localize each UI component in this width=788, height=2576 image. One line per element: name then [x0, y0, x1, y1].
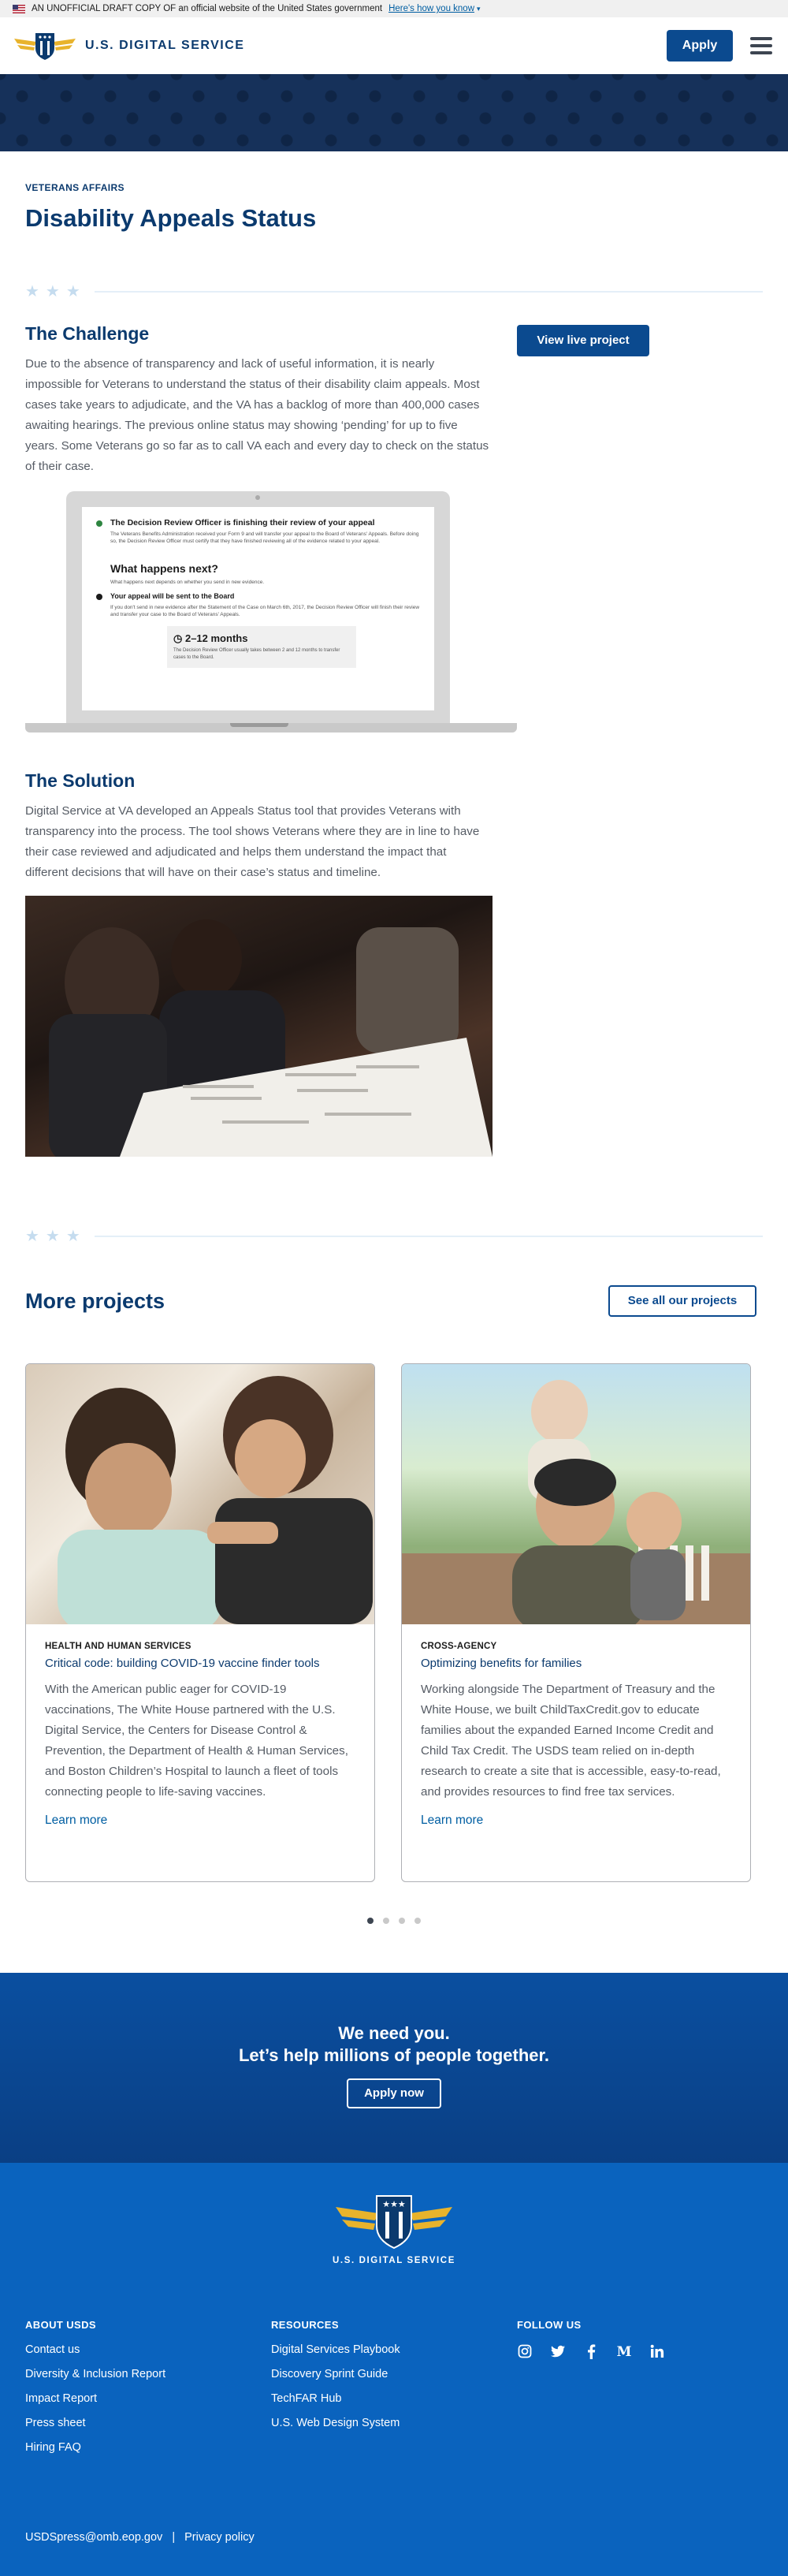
- team-research-photo: [25, 896, 492, 1157]
- facebook-icon[interactable]: [583, 2343, 599, 2359]
- privacy-policy-link[interactable]: Privacy policy: [184, 2531, 255, 2544]
- star-divider: ★★★: [25, 1226, 763, 1246]
- page-title: Disability Appeals Status: [25, 204, 317, 232]
- footer-separator: |: [172, 2531, 176, 2544]
- footer-link-hiring-faq[interactable]: Hiring FAQ: [25, 2441, 271, 2454]
- home-logo-link[interactable]: U.S. DIGITAL SERVICE: [13, 31, 244, 61]
- us-flag-icon: [13, 4, 25, 13]
- apply-now-button[interactable]: Apply now: [347, 2078, 441, 2108]
- footer-link-techfar[interactable]: TechFAR Hub: [271, 2392, 517, 2405]
- linkedin-icon[interactable]: [649, 2343, 665, 2359]
- card-eyebrow: CROSS-AGENCY: [421, 1642, 497, 1651]
- mockup-months: 2–12 months: [184, 632, 248, 644]
- footer-resources-heading: RESOURCES: [271, 2319, 339, 2331]
- card-text: With the American public eager for COVID…: [45, 1683, 348, 1799]
- cta-line-2: Let’s help millions of people together.: [238, 2045, 549, 2065]
- family-photo: [402, 1364, 750, 1624]
- mockup-step1-title: The Decision Review Officer is finishing…: [110, 518, 375, 528]
- brand-title: U.S. DIGITAL SERVICE: [85, 39, 245, 52]
- laptop-mockup: The Decision Review Officer is finishing…: [25, 491, 517, 736]
- site-footer: ★★★ U.S. DIGITAL SERVICE ABOUT USDS Cont…: [0, 2163, 788, 2576]
- heres-how-you-know-link[interactable]: Here's how you know: [388, 4, 474, 13]
- card-eyebrow: HEALTH AND HUMAN SERVICES: [45, 1642, 191, 1651]
- instagram-icon[interactable]: [517, 2343, 533, 2359]
- mockup-step2-title: Your appeal will be sent to the Board: [110, 592, 235, 600]
- footer-follow-column: FOLLOW US M: [517, 2319, 763, 2466]
- challenge-body: Due to the absence of transparency and l…: [25, 357, 489, 473]
- footer-link-diversity[interactable]: Diversity & Inclusion Report: [25, 2368, 271, 2380]
- footer-link-contact[interactable]: Contact us: [25, 2343, 271, 2356]
- svg-text:M: M: [617, 2345, 632, 2358]
- status-dot-icon: [96, 594, 102, 600]
- gov-banner-text: AN UNOFFICIAL DRAFT COPY OF an official …: [32, 4, 383, 13]
- status-dot-icon: [96, 520, 102, 527]
- footer-link-discovery[interactable]: Discovery Sprint Guide: [271, 2368, 517, 2380]
- stars-icon: ★★★: [25, 1228, 87, 1245]
- mockup-months-text: The Decision Review Officer usually take…: [173, 648, 340, 660]
- card-subtitle: Critical code: building COVID-19 vaccine…: [45, 1657, 320, 1670]
- usds-eagle-logo-icon: [14, 33, 76, 60]
- challenge-heading: The Challenge: [25, 323, 150, 344]
- svg-text:★★★: ★★★: [382, 2199, 406, 2209]
- footer-link-impact[interactable]: Impact Report: [25, 2392, 271, 2405]
- see-all-projects-button[interactable]: See all our projects: [608, 1285, 756, 1317]
- more-projects-title: More projects: [25, 1288, 165, 1313]
- card-subtitle: Optimizing benefits for families: [421, 1657, 582, 1670]
- mockup-next-heading: What happens next?: [110, 562, 218, 575]
- card-text: Working alongside The Department of Trea…: [421, 1683, 721, 1799]
- apply-button[interactable]: Apply: [667, 30, 733, 62]
- project-card: HEALTH AND HUMAN SERVICES Critical code:…: [25, 1363, 375, 1882]
- footer-email-link[interactable]: USDSpress@omb.eop.gov: [25, 2531, 162, 2544]
- view-live-project-button[interactable]: View live project: [517, 325, 649, 356]
- mockup-timeline-card: ◷ 2–12 months The Decision Review Office…: [167, 626, 356, 668]
- twitter-icon[interactable]: [550, 2343, 566, 2359]
- carousel-dot-4[interactable]: [414, 1918, 421, 1924]
- carousel-pager: [0, 1918, 788, 1924]
- star-pattern-banner: [0, 74, 788, 151]
- carousel-dot-1[interactable]: [367, 1918, 374, 1924]
- menu-hamburger-icon[interactable]: [750, 37, 772, 54]
- learn-more-link[interactable]: Learn more: [45, 1814, 107, 1828]
- page-eyebrow: VETERANS AFFAIRS: [25, 182, 125, 193]
- star-divider: ★★★: [25, 281, 763, 301]
- vaccine-child-photo: [26, 1364, 374, 1624]
- mockup-step1-text: The Veterans Benefits Administration rec…: [110, 531, 419, 544]
- mockup-next-sub: What happens next depends on whether you…: [110, 580, 265, 585]
- footer-about-column: ABOUT USDS Contact us Diversity & Inclus…: [25, 2319, 271, 2466]
- cta-line-1: We need you.: [338, 2023, 450, 2043]
- solution-heading: The Solution: [25, 770, 136, 791]
- site-header: U.S. DIGITAL SERVICE Apply: [0, 17, 788, 74]
- project-card: CROSS-AGENCY Optimizing benefits for fam…: [401, 1363, 751, 1882]
- stars-icon: ★★★: [25, 283, 87, 300]
- solution-body: Digital Service at VA developed an Appea…: [25, 804, 480, 879]
- footer-about-heading: ABOUT USDS: [25, 2319, 96, 2331]
- footer-resources-column: RESOURCES Digital Services Playbook Disc…: [271, 2319, 517, 2466]
- footer-link-press[interactable]: Press sheet: [25, 2417, 271, 2429]
- footer-follow-heading: FOLLOW US: [517, 2319, 582, 2331]
- mockup-step2-text: If you don't send in new evidence after …: [110, 605, 420, 617]
- footer-link-playbook[interactable]: Digital Services Playbook: [271, 2343, 517, 2356]
- footer-link-uswds[interactable]: U.S. Web Design System: [271, 2417, 517, 2429]
- carousel-dot-3[interactable]: [399, 1918, 405, 1924]
- carousel-dot-2[interactable]: [383, 1918, 389, 1924]
- medium-icon[interactable]: M: [616, 2343, 632, 2359]
- usds-eagle-logo-icon: ★★★: [336, 2195, 452, 2250]
- footer-brand: U.S. DIGITAL SERVICE: [333, 2256, 455, 2265]
- apply-cta-section: We need you. Let’s help millions of peop…: [0, 1973, 788, 2163]
- gov-banner: AN UNOFFICIAL DRAFT COPY OF an official …: [0, 0, 788, 17]
- chevron-down-icon: ▾: [477, 4, 481, 13]
- learn-more-link[interactable]: Learn more: [421, 1814, 483, 1828]
- clock-icon: ◷: [173, 632, 183, 644]
- appeals-status-screenshot: The Decision Review Officer is finishing…: [82, 507, 434, 710]
